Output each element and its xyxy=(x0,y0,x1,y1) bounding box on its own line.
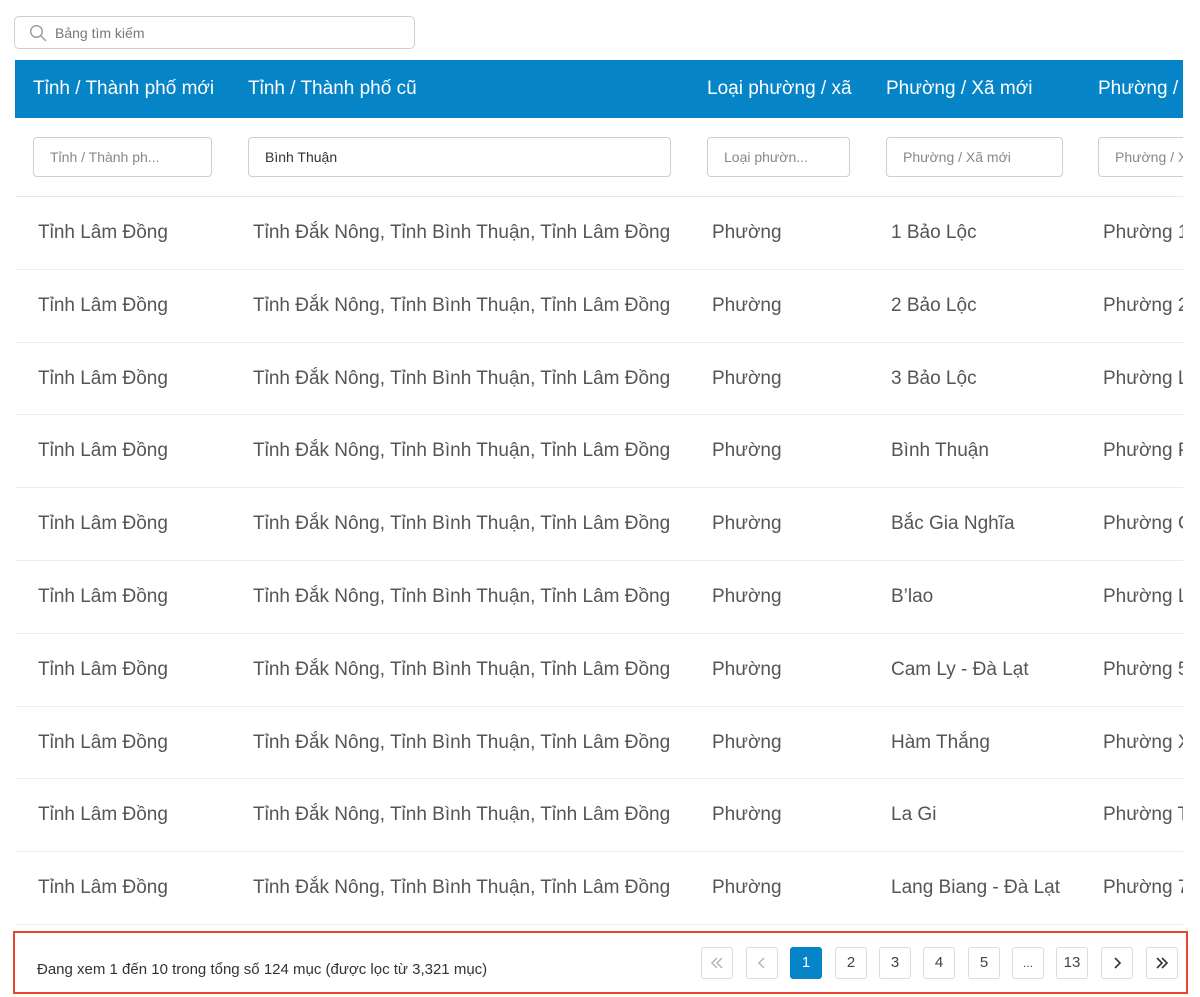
cell-new-ward: 1 Bảo Lộc xyxy=(891,222,977,243)
cell-old-province: Tỉnh Đắk Nông, Tỉnh Bình Thuận, Tỉnh Lâm… xyxy=(253,731,671,753)
filter-old-province[interactable] xyxy=(248,137,671,177)
cell-ward-type: Phường xyxy=(712,222,782,243)
table-header: Tỉnh / Thành phố mới Tỉnh / Thành phố cũ… xyxy=(15,60,1183,118)
table-row[interactable]: Tỉnh Lâm Đồng Tỉnh Đắk Nông, Tỉnh Bình Th… xyxy=(15,488,1183,561)
last-page-icon xyxy=(1156,957,1169,969)
page-ellipsis: ... xyxy=(1012,947,1044,979)
cell-old-ward: Phường P xyxy=(1103,440,1183,462)
cell-new-province: Tỉnh Lâm Đồng xyxy=(38,804,168,826)
cell-new-ward: Lang Biang - Đà Lạt xyxy=(891,877,1061,899)
cell-new-ward: Bình Thuận xyxy=(891,440,989,462)
cell-ward-type: Phường xyxy=(712,294,782,316)
cell-new-province: Tỉnh Lâm Đồng xyxy=(38,367,168,389)
cell-old-ward: Phường 5 xyxy=(1103,658,1183,680)
pagination-info: Đang xem 1 đến 10 trong tổng số 124 mục … xyxy=(37,961,488,978)
prev-page-icon xyxy=(757,957,765,969)
cell-old-ward: Phường 2 xyxy=(1103,294,1183,316)
table-search[interactable] xyxy=(14,16,415,49)
cell-ward-type: Phường xyxy=(712,804,782,826)
filter-new-province[interactable] xyxy=(33,137,212,177)
table-row[interactable]: Tỉnh Lâm Đồng Tỉnh Đắk Nông, Tỉnh Bình Th… xyxy=(15,270,1183,343)
cell-ward-type: Phường xyxy=(712,513,782,535)
page-button-13[interactable]: 13 xyxy=(1056,947,1088,979)
table-footer: Đang xem 1 đến 10 trong tổng số 124 mục … xyxy=(13,931,1188,994)
cell-ward-type: Phường xyxy=(712,731,782,753)
cell-new-ward: Hàm Thắng xyxy=(891,731,990,753)
filter-new-ward[interactable] xyxy=(886,137,1063,177)
cell-ward-type: Phường xyxy=(712,440,782,462)
first-page-button[interactable] xyxy=(701,947,733,979)
cell-old-province: Tỉnh Đắk Nông, Tỉnh Bình Thuận, Tỉnh Lâm… xyxy=(253,804,671,826)
table-body: Tỉnh Lâm Đồng Tỉnh Đắk Nông, Tỉnh Bình Th… xyxy=(15,197,1183,925)
cell-new-province: Tỉnh Lâm Đồng xyxy=(38,513,168,535)
column-header-new-province[interactable]: Tỉnh / Thành phố mới xyxy=(33,60,214,118)
page-button-1[interactable]: 1 xyxy=(790,947,822,979)
cell-old-ward: Phường 7 xyxy=(1103,877,1183,899)
cell-old-province: Tỉnh Đắk Nông, Tỉnh Bình Thuận, Tỉnh Lâm… xyxy=(253,440,671,462)
cell-new-province: Tỉnh Lâm Đồng xyxy=(38,658,168,680)
cell-old-province: Tỉnh Đắk Nông, Tỉnh Bình Thuận, Tỉnh Lâm… xyxy=(253,877,671,899)
next-page-icon xyxy=(1114,957,1122,969)
cell-new-province: Tỉnh Lâm Đồng xyxy=(38,222,168,243)
cell-old-ward: Phường L xyxy=(1103,367,1183,389)
page-button-4[interactable]: 4 xyxy=(923,947,955,979)
cell-new-province: Tỉnh Lâm Đồng xyxy=(38,585,168,607)
table-row[interactable]: Tỉnh Lâm Đồng Tỉnh Đắk Nông, Tỉnh Bình Th… xyxy=(15,779,1183,853)
page-button-3[interactable]: 3 xyxy=(879,947,911,979)
cell-new-ward: 3 Bảo Lộc xyxy=(891,367,977,389)
cell-old-province: Tỉnh Đắk Nông, Tỉnh Bình Thuận, Tỉnh Lâm… xyxy=(253,367,671,389)
cell-new-ward: Bắc Gia Nghĩa xyxy=(891,513,1015,535)
last-page-button[interactable] xyxy=(1146,947,1178,979)
cell-ward-type: Phường xyxy=(712,658,782,680)
cell-ward-type: Phường xyxy=(712,585,782,607)
data-table: Tỉnh / Thành phố mới Tỉnh / Thành phố cũ… xyxy=(15,60,1183,926)
first-page-icon xyxy=(710,957,723,969)
search-input[interactable] xyxy=(55,24,395,41)
cell-new-ward: 2 Bảo Lộc xyxy=(891,294,977,316)
cell-new-province: Tỉnh Lâm Đồng xyxy=(38,877,168,899)
cell-old-province: Tỉnh Đắk Nông, Tỉnh Bình Thuận, Tỉnh Lâm… xyxy=(253,222,671,243)
table-row[interactable]: Tỉnh Lâm Đồng Tỉnh Đắk Nông, Tỉnh Bình Th… xyxy=(15,561,1183,634)
filter-row xyxy=(15,118,1183,197)
page-button-2[interactable]: 2 xyxy=(835,947,867,979)
cell-old-ward: Phường 1 xyxy=(1103,222,1183,243)
table-row[interactable]: Tỉnh Lâm Đồng Tỉnh Đắk Nông, Tỉnh Bình Th… xyxy=(15,343,1183,416)
cell-old-ward: Phường T xyxy=(1103,804,1183,826)
cell-old-ward: Phường X xyxy=(1103,731,1183,753)
table-row[interactable]: Tỉnh Lâm Đồng Tỉnh Đắk Nông, Tỉnh Bình Th… xyxy=(15,197,1183,270)
search-icon xyxy=(29,24,47,41)
next-page-button[interactable] xyxy=(1101,947,1133,979)
cell-new-ward: Cam Ly - Đà Lạt xyxy=(891,658,1029,680)
cell-old-province: Tỉnh Đắk Nông, Tỉnh Bình Thuận, Tỉnh Lâm… xyxy=(253,513,671,535)
cell-old-ward: Phường C xyxy=(1103,513,1183,535)
cell-old-province: Tỉnh Đắk Nông, Tỉnh Bình Thuận, Tỉnh Lâm… xyxy=(253,585,671,607)
column-header-new-ward[interactable]: Phường / Xã mới xyxy=(886,60,1032,118)
page-button-5[interactable]: 5 xyxy=(968,947,1000,979)
table-row[interactable]: Tỉnh Lâm Đồng Tỉnh Đắk Nông, Tỉnh Bình Th… xyxy=(15,707,1183,780)
prev-page-button[interactable] xyxy=(746,947,778,979)
cell-ward-type: Phường xyxy=(712,367,782,389)
table-row[interactable]: Tỉnh Lâm Đồng Tỉnh Đắk Nông, Tỉnh Bình Th… xyxy=(15,852,1183,925)
cell-old-province: Tỉnh Đắk Nông, Tỉnh Bình Thuận, Tỉnh Lâm… xyxy=(253,294,671,316)
table-row[interactable]: Tỉnh Lâm Đồng Tỉnh Đắk Nông, Tỉnh Bình Th… xyxy=(15,634,1183,707)
column-header-old-province[interactable]: Tỉnh / Thành phố cũ xyxy=(248,60,417,118)
cell-old-province: Tỉnh Đắk Nông, Tỉnh Bình Thuận, Tỉnh Lâm… xyxy=(253,658,671,680)
table-row[interactable]: Tỉnh Lâm Đồng Tỉnh Đắk Nông, Tỉnh Bình Th… xyxy=(15,415,1183,489)
cell-new-province: Tỉnh Lâm Đồng xyxy=(38,440,168,462)
cell-ward-type: Phường xyxy=(712,877,782,899)
column-header-old-ward[interactable]: Phường / Xã cũ xyxy=(1098,60,1183,118)
column-header-ward-type[interactable]: Loại phường / xã xyxy=(707,60,852,118)
cell-new-ward: B’lao xyxy=(891,585,934,607)
cell-old-ward: Phường L xyxy=(1103,585,1183,607)
cell-new-ward: La Gi xyxy=(891,804,937,826)
cell-new-province: Tỉnh Lâm Đồng xyxy=(38,731,168,753)
filter-old-ward[interactable] xyxy=(1098,137,1183,177)
filter-ward-type[interactable] xyxy=(707,137,850,177)
cell-new-province: Tỉnh Lâm Đồng xyxy=(38,294,168,316)
